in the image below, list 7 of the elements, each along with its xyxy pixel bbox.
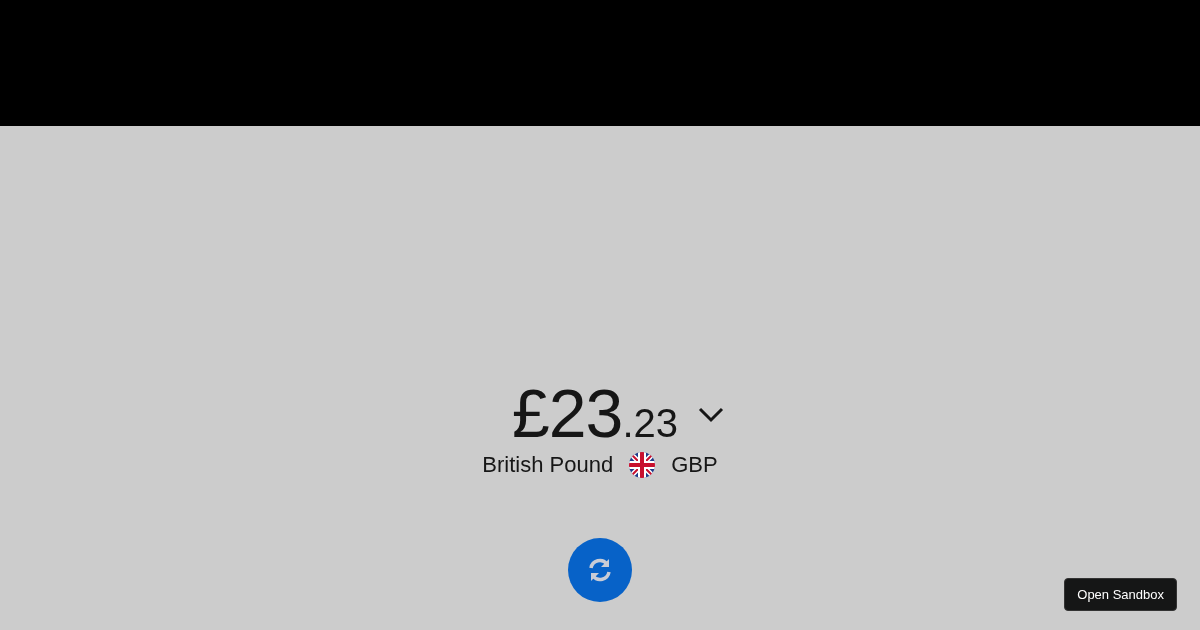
amount-value: £23.23: [511, 378, 679, 448]
currency-name: British Pound: [482, 452, 614, 478]
flag-icon: [629, 452, 656, 478]
chevron-down-icon[interactable]: [698, 407, 725, 423]
refresh-icon: [586, 556, 614, 584]
currency-code: GBP: [671, 452, 718, 478]
open-sandbox-button[interactable]: Open Sandbox: [1064, 578, 1177, 611]
